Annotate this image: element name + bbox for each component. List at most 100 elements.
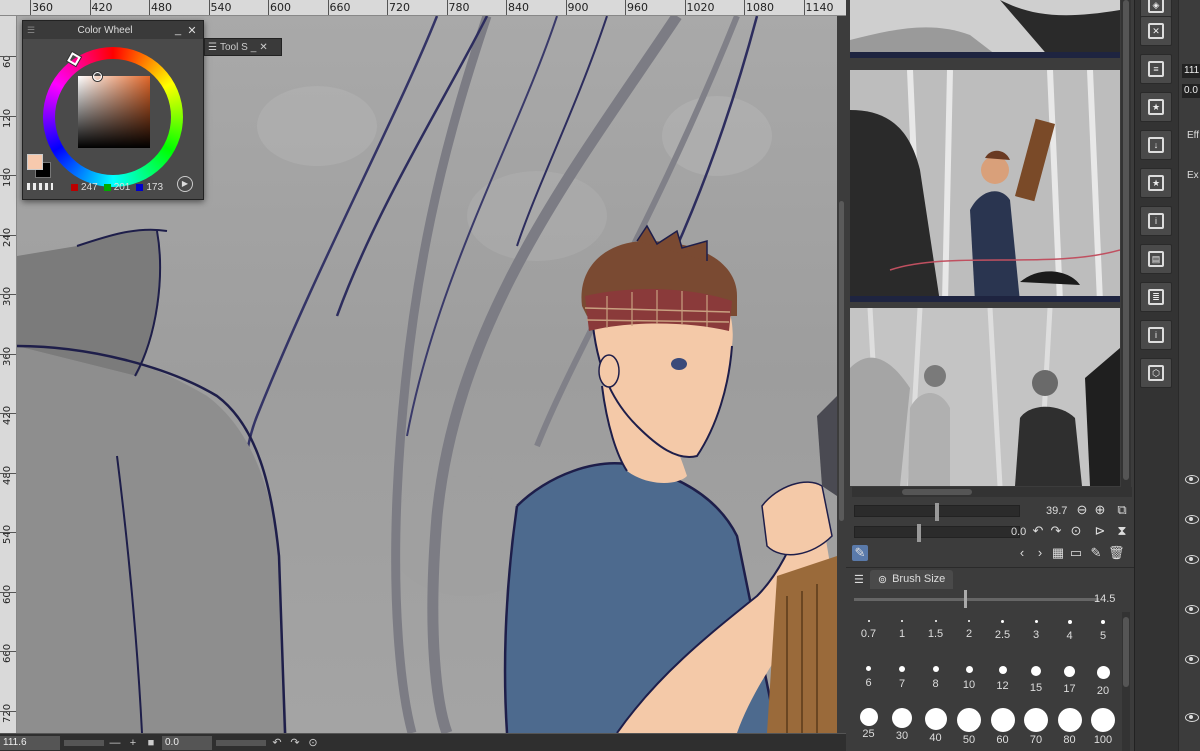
brush-size-option[interactable]: 4 bbox=[1053, 612, 1086, 642]
slider-knob[interactable] bbox=[964, 590, 967, 608]
brush-size-option[interactable]: 40 bbox=[919, 708, 952, 744]
eye-icon[interactable] bbox=[1185, 605, 1199, 614]
favorites-button[interactable]: ★ bbox=[1140, 92, 1172, 122]
close-file-button[interactable]: ✕ bbox=[1140, 16, 1172, 46]
prev-icon[interactable]: ‹ bbox=[1014, 545, 1030, 560]
canvas-vertical-scrollbar[interactable] bbox=[837, 16, 846, 733]
eye-icon[interactable] bbox=[1185, 515, 1199, 524]
eyedropper-icon[interactable]: ✎ bbox=[852, 545, 868, 561]
brush-size-option[interactable]: 50 bbox=[953, 708, 986, 746]
brush-size-option[interactable]: 3 bbox=[1020, 612, 1053, 641]
fit-view-icon[interactable]: ⧉ bbox=[1114, 502, 1130, 518]
minimize-button[interactable]: _ bbox=[171, 24, 185, 36]
close-button[interactable]: ✕ bbox=[185, 24, 199, 37]
reference-horizontal-scrollbar[interactable] bbox=[852, 487, 1132, 497]
delete-icon[interactable]: 🗑 bbox=[1108, 545, 1125, 561]
scroll-thumb[interactable] bbox=[1123, 617, 1129, 687]
grip-icon[interactable]: ☰ bbox=[208, 42, 217, 53]
flip-horizontal-icon[interactable]: ⊳ bbox=[1092, 523, 1108, 539]
brush-size-option[interactable]: 20 bbox=[1087, 660, 1120, 697]
next-icon[interactable]: › bbox=[1032, 545, 1048, 560]
brush-size-option[interactable]: 7 bbox=[886, 660, 919, 690]
brush-size-option[interactable]: 2 bbox=[953, 612, 986, 640]
color-mode-button[interactable]: ▶ bbox=[177, 176, 193, 192]
minimize-button[interactable]: _ bbox=[251, 42, 257, 53]
rotate-right-icon[interactable]: ↷ bbox=[288, 736, 302, 749]
brush-size-option[interactable]: 12 bbox=[986, 660, 1019, 692]
navigator-rotation-slider[interactable] bbox=[854, 524, 1020, 542]
brush-size-option[interactable]: 2.5 bbox=[986, 612, 1019, 641]
zoom-slider[interactable] bbox=[64, 739, 104, 746]
bookmark-button[interactable]: ★ bbox=[1140, 168, 1172, 198]
brush-size-option[interactable]: 30 bbox=[886, 708, 919, 742]
eye-icon[interactable] bbox=[1185, 713, 1199, 722]
material-button[interactable]: ⬡ bbox=[1140, 358, 1172, 388]
page-thumbnail[interactable] bbox=[850, 70, 1120, 302]
zoom-out-icon[interactable]: ⊖ bbox=[1074, 502, 1090, 518]
import-button[interactable]: ↓ bbox=[1140, 130, 1172, 160]
edit-icon[interactable]: ✎ bbox=[1088, 545, 1104, 561]
page-thumbnail[interactable] bbox=[850, 308, 1120, 486]
info-button[interactable]: i bbox=[1140, 206, 1172, 236]
scroll-thumb[interactable] bbox=[902, 489, 972, 495]
brush-size-option[interactable]: 15 bbox=[1020, 660, 1053, 694]
zoom-in-button[interactable]: + bbox=[126, 737, 140, 749]
grip-icon[interactable]: ☰ bbox=[854, 573, 864, 586]
tool-settings-panel[interactable]: ☰ Tool S _ ✕ bbox=[204, 38, 282, 56]
brush-size-option[interactable]: 25 bbox=[852, 708, 885, 740]
navigator-zoom-slider[interactable] bbox=[854, 503, 1020, 521]
stop-button[interactable]: ■ bbox=[144, 737, 158, 749]
flip-vertical-icon[interactable]: ⧗ bbox=[1114, 523, 1130, 539]
rotation-slider[interactable] bbox=[216, 739, 266, 746]
rotate-left-icon[interactable]: ↶ bbox=[1030, 523, 1046, 539]
brush-size-option[interactable]: 60 bbox=[986, 708, 1019, 746]
brush-size-value[interactable]: 14.5 bbox=[1094, 593, 1115, 605]
brush-size-scrollbar[interactable] bbox=[1122, 612, 1130, 751]
brush-size-option[interactable]: 17 bbox=[1053, 660, 1086, 695]
scroll-thumb[interactable] bbox=[1123, 0, 1129, 480]
slider-knob[interactable] bbox=[917, 524, 921, 542]
reference-vertical-scrollbar[interactable] bbox=[1121, 0, 1131, 487]
color-wheel-titlebar[interactable]: ☰ Color Wheel _ ✕ bbox=[23, 21, 203, 39]
eye-icon[interactable] bbox=[1185, 655, 1199, 664]
properties-button[interactable]: ≡ bbox=[1140, 54, 1172, 84]
layer-opacity-field[interactable]: 111 bbox=[1182, 64, 1200, 78]
brush-size-option[interactable]: 70 bbox=[1020, 708, 1053, 746]
layers-button[interactable]: ▤ bbox=[1140, 244, 1172, 274]
brush-size-option[interactable]: 10 bbox=[953, 660, 986, 691]
reset-rotation-icon[interactable]: ⊙ bbox=[1068, 523, 1084, 539]
saturation-value-square[interactable] bbox=[78, 76, 150, 148]
brush-size-tab[interactable]: ⊚ Brush Size bbox=[869, 569, 954, 589]
grip-icon[interactable]: ☰ bbox=[27, 25, 37, 36]
brush-size-option[interactable]: 0.7 bbox=[852, 612, 885, 640]
brush-size-option[interactable]: 100 bbox=[1087, 708, 1120, 746]
page-thumbnail[interactable] bbox=[850, 0, 1120, 58]
transparent-color-swatch[interactable] bbox=[27, 183, 53, 190]
rotate-left-icon[interactable]: ↶ bbox=[270, 736, 284, 749]
brush-size-option[interactable]: 1 bbox=[886, 612, 919, 640]
slider-knob[interactable] bbox=[935, 503, 939, 521]
main-color-swatch[interactable] bbox=[27, 154, 43, 170]
list-button[interactable]: ≣ bbox=[1140, 282, 1172, 312]
zoom-in-icon[interactable]: ⊕ bbox=[1092, 502, 1108, 518]
layer-angle-field[interactable]: 0.0 bbox=[1182, 84, 1200, 98]
brush-size-option[interactable]: 6 bbox=[852, 660, 885, 689]
zoom-field[interactable]: 111.6 bbox=[0, 735, 60, 750]
brush-size-option[interactable]: 1.5 bbox=[919, 612, 952, 640]
brush-size-option[interactable]: 5 bbox=[1087, 612, 1120, 642]
open-folder-icon[interactable]: ▭ bbox=[1068, 545, 1084, 561]
brush-size-slider[interactable] bbox=[854, 590, 1099, 608]
sv-cursor[interactable] bbox=[93, 72, 102, 81]
close-button[interactable]: ✕ bbox=[259, 42, 267, 53]
grid-icon[interactable]: ▦ bbox=[1050, 545, 1066, 561]
brush-size-option[interactable]: 80 bbox=[1053, 708, 1086, 746]
rotation-field[interactable]: 0.0 bbox=[162, 735, 212, 750]
brush-size-option[interactable]: 8 bbox=[919, 660, 952, 690]
reset-rotation-icon[interactable]: ⊙ bbox=[306, 736, 320, 749]
eye-icon[interactable] bbox=[1185, 555, 1199, 564]
scroll-thumb[interactable] bbox=[839, 201, 844, 521]
zoom-out-button[interactable]: — bbox=[108, 737, 122, 749]
details-button[interactable]: i bbox=[1140, 320, 1172, 350]
rotate-right-icon[interactable]: ↷ bbox=[1048, 523, 1064, 539]
eye-icon[interactable] bbox=[1185, 475, 1199, 484]
